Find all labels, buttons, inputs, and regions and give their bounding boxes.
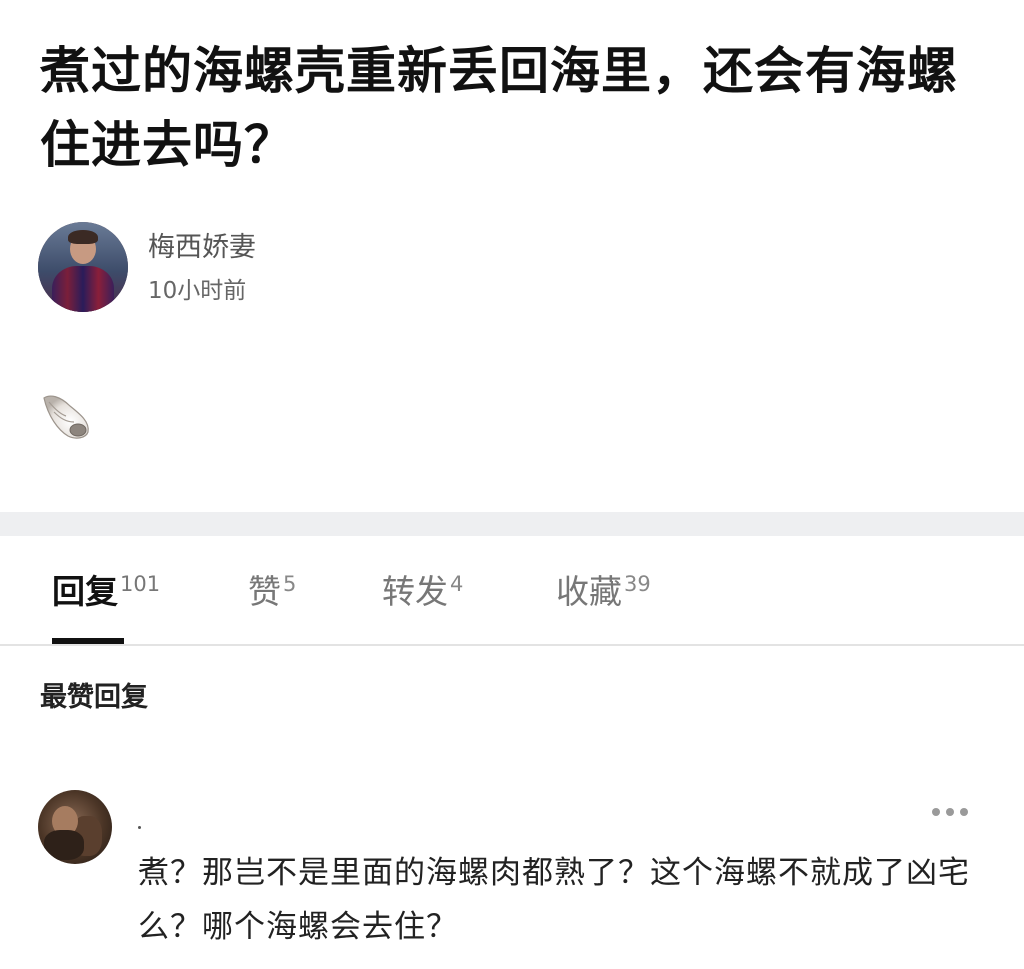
tab-likes-label: 赞 [248,572,281,611]
avatar-figure [44,830,84,860]
avatar-hair [68,230,98,244]
author-name[interactable]: 梅西娇妻 [148,232,256,264]
section-divider [0,512,1024,536]
tab-favorites-label: 收藏 [556,572,622,611]
tab-reposts-label: 转发 [382,572,448,611]
more-dot [946,808,954,816]
author-avatar[interactable] [38,222,128,312]
tab-favorites-count: 39 [624,572,651,596]
post-timestamp: 10小时前 [148,278,247,304]
more-options-icon[interactable] [926,800,974,824]
active-tab-indicator [52,638,124,644]
post-title: 煮过的海螺壳重新丢回海里，还会有海螺住进去吗？ [40,42,958,174]
tab-replies[interactable]: 回复101 [52,570,160,620]
reply-avatar[interactable] [38,790,112,864]
reply-text: 煮？那岂不是里面的海螺肉都熟了？这个海螺不就成了凶宅么？哪个海螺会去住？ [138,855,970,945]
avatar-shirt [52,266,114,312]
more-dot [932,808,940,816]
tab-replies-label: 回复 [52,572,118,611]
shell-emoji-icon [43,395,89,439]
top-replies-heading: 最赞回复 [40,682,148,713]
tab-favorites[interactable]: 收藏39 [556,570,651,620]
tab-likes[interactable]: 赞5 [248,570,296,620]
post-tabs: 回复101 赞5 转发4 收藏39 [0,536,1024,646]
post-header: 煮过的海螺壳重新丢回海里，还会有海螺住进去吗？ 梅西娇妻 10小时前 [0,0,1024,512]
tab-likes-count: 5 [283,572,297,596]
tab-replies-count: 101 [120,572,161,596]
reply-name-placeholder [138,826,141,829]
tab-reposts-count: 4 [450,572,464,596]
more-dot [960,808,968,816]
tab-reposts[interactable]: 转发4 [382,570,463,620]
